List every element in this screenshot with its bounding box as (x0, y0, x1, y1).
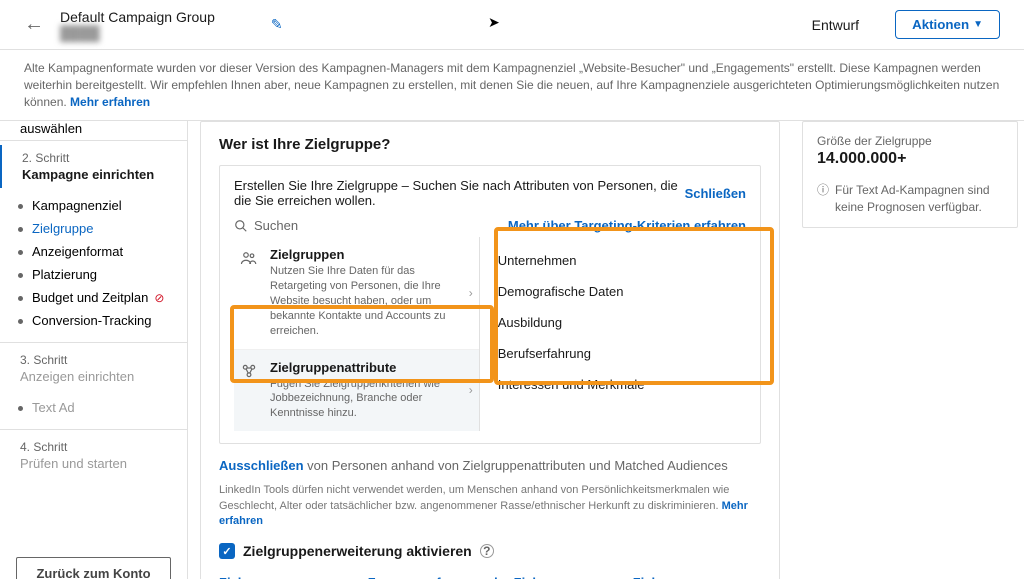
audience-builder: Erstellen Sie Ihre Zielgruppe – Suchen S… (219, 165, 761, 444)
attr-unternehmen[interactable]: Unternehmen (494, 245, 746, 276)
option-audiences[interactable]: Zielgruppen Nutzen Sie Ihre Daten für da… (234, 237, 479, 349)
mouse-cursor-icon: ➤ (488, 14, 500, 31)
step-2-number: 2. Schritt (22, 151, 171, 165)
substep-budget[interactable]: Budget und Zeitplan (18, 286, 187, 309)
attributes-icon (240, 360, 260, 422)
search-icon (234, 219, 248, 233)
info-banner: Alte Kampagnenformate wurden vor dieser … (0, 50, 1024, 121)
sidebar-bottom: Zurück zum Konto (0, 545, 187, 579)
substep-conversion[interactable]: Conversion-Tracking (18, 309, 187, 332)
draft-status: Entwurf (812, 17, 859, 33)
banner-text: Alte Kampagnenformate wurden vor dieser … (24, 61, 999, 109)
step-4-block: 4. Schritt Prüfen und starten (0, 434, 187, 477)
targeting-two-column: Zielgruppen Nutzen Sie Ihre Daten für da… (234, 237, 746, 431)
option-audiences-title: Zielgruppen (270, 247, 471, 262)
step-4-title: Prüfen und starten (20, 456, 171, 471)
helper-text: Erstellen Sie Ihre Zielgruppe – Suchen S… (234, 178, 685, 208)
sidebar: auswählen 2. Schritt Kampagne einrichten… (0, 121, 188, 579)
search-row: Suchen Mehr über Targeting-Kriterien erf… (234, 218, 746, 233)
actions-dropdown-button[interactable]: Aktionen ▼ (895, 10, 1000, 39)
audience-heading: Wer ist Ihre Zielgruppe? (219, 136, 761, 153)
edit-pencil-icon[interactable]: ✎ (271, 16, 283, 33)
audience-bottom-links: Zielgruppe zurücksetzen Zusammenfassung … (219, 575, 761, 579)
main-content: Wer ist Ihre Zielgruppe? Erstellen Sie I… (188, 121, 792, 579)
option-audiences-desc: Nutzen Sie Ihre Daten für das Retargetin… (270, 264, 471, 338)
back-arrow-icon[interactable]: ← (24, 13, 44, 36)
substep-platzierung[interactable]: Platzierung (18, 263, 187, 286)
step-2-block: 2. Schritt Kampagne einrichten (0, 145, 187, 188)
step-2-substeps: Kampagnenziel Zielgruppe Anzeigenformat … (0, 188, 187, 338)
exclude-row: Ausschließen von Personen anhand von Zie… (219, 458, 761, 473)
option-attributes-desc: Fügen Sie Zielgruppenkriterien wie Jobbe… (270, 377, 471, 422)
forecast-info: ⓘ Für Text Ad-Kampagnen sind keine Progn… (817, 182, 1003, 214)
targeting-categories-right: Unternehmen Demografische Daten Ausbildu… (480, 237, 746, 431)
legal-text: LinkedIn Tools dürfen nicht verwendet we… (219, 484, 729, 511)
chevron-right-icon: › (469, 383, 473, 397)
campaign-name-blurred: ████ (60, 25, 215, 41)
caret-down-icon: ▼ (973, 19, 983, 30)
step-3-substeps: Text Ad (0, 390, 187, 425)
close-builder-link[interactable]: Schließen (685, 186, 746, 201)
chevron-right-icon: › (469, 286, 473, 300)
save-audience-link[interactable]: Zielgruppe speichern (633, 575, 761, 579)
people-icon (240, 247, 260, 338)
step1-trailing-text: auswählen (0, 121, 187, 136)
reset-audience-link[interactable]: Zielgruppe zurücksetzen (219, 575, 368, 579)
forecast-card: Größe der Zielgruppe 14.000.000+ ⓘ Für T… (802, 121, 1018, 227)
audience-size-value: 14.000.000+ (817, 150, 1003, 168)
step-2-title: Kampagne einrichten (22, 167, 171, 182)
right-panel: Größe der Zielgruppe 14.000.000+ ⓘ Für T… (792, 121, 1024, 579)
targeting-categories-left: Zielgruppen Nutzen Sie Ihre Daten für da… (234, 237, 480, 431)
attr-interessen[interactable]: Interessen und Merkmale (494, 369, 746, 400)
substep-anzeigenformat[interactable]: Anzeigenformat (18, 240, 187, 263)
back-to-account-button[interactable]: Zurück zum Konto (16, 557, 171, 579)
step-4-number: 4. Schritt (20, 440, 171, 454)
body: auswählen 2. Schritt Kampagne einrichten… (0, 121, 1024, 579)
attr-berufserfahrung[interactable]: Berufserfahrung (494, 338, 746, 369)
forecast-info-text: Für Text Ad-Kampagnen sind keine Prognos… (835, 182, 1003, 214)
audience-expansion-label: Zielgruppenerweiterung aktivieren (243, 543, 472, 559)
attribute-category-list: Unternehmen Demografische Daten Ausbildu… (494, 245, 746, 400)
search-input[interactable]: Suchen (234, 218, 298, 233)
banner-learn-more-link[interactable]: Mehr erfahren (70, 95, 150, 109)
actions-label: Aktionen (912, 17, 969, 32)
substep-kampagnenziel[interactable]: Kampagnenziel (18, 194, 187, 217)
step-3-number: 3. Schritt (20, 353, 171, 367)
exclude-link[interactable]: Ausschließen (219, 458, 304, 473)
search-placeholder: Suchen (254, 218, 298, 233)
exclude-rest-text: von Personen anhand von Zielgruppenattri… (307, 458, 728, 473)
substep-textad: Text Ad (18, 396, 187, 419)
summary-audience-link[interactable]: Zusammenfassung der Zielgruppe anzeigen (368, 575, 633, 579)
option-attributes[interactable]: Zielgruppenattribute Fügen Sie Zielgrupp… (234, 350, 479, 432)
campaign-title-block: Default Campaign Group ████ (60, 9, 215, 41)
step-3-title: Anzeigen einrichten (20, 369, 171, 384)
top-bar: ← Default Campaign Group ████ ✎ ➤ Entwur… (0, 0, 1024, 50)
info-icon: ⓘ (817, 182, 829, 214)
option-attributes-title: Zielgruppenattribute (270, 360, 471, 375)
legal-note: LinkedIn Tools dürfen nicht verwendet we… (219, 483, 761, 529)
audience-expansion-row[interactable]: ✓ Zielgruppenerweiterung aktivieren ? (219, 543, 761, 559)
attr-ausbildung[interactable]: Ausbildung (494, 307, 746, 338)
info-icon[interactable]: ? (480, 544, 494, 558)
substep-zielgruppe[interactable]: Zielgruppe (18, 217, 187, 240)
campaign-group-title: Default Campaign Group (60, 9, 215, 25)
helper-row: Erstellen Sie Ihre Zielgruppe – Suchen S… (234, 178, 746, 208)
learn-targeting-link[interactable]: Mehr über Targeting-Kriterien erfahren (508, 218, 746, 233)
checkbox-checked-icon[interactable]: ✓ (219, 543, 235, 559)
audience-card: Wer ist Ihre Zielgruppe? Erstellen Sie I… (200, 121, 780, 579)
audience-size-label: Größe der Zielgruppe (817, 134, 1003, 148)
attr-demografische[interactable]: Demografische Daten (494, 276, 746, 307)
step-3-block: 3. Schritt Anzeigen einrichten (0, 347, 187, 390)
